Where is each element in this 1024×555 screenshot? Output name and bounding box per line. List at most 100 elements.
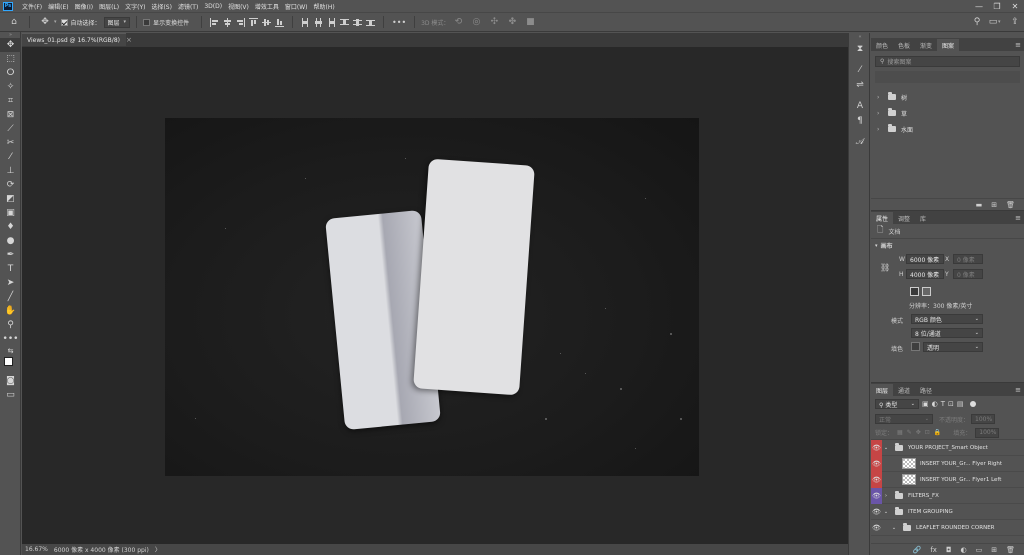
filter-toggle-icon[interactable] bbox=[969, 401, 976, 407]
tab-adjustments[interactable]: 调整 bbox=[893, 212, 915, 224]
layer-row[interactable]: 👁 INSERT YOUR_Gr... Flyer Right bbox=[871, 455, 1024, 472]
foreground-color-swatch[interactable] bbox=[4, 357, 13, 366]
more-options-icon[interactable]: ••• bbox=[392, 16, 406, 28]
chevron-down-icon[interactable]: ⌄ bbox=[882, 509, 890, 515]
tab-layers[interactable]: 图层 bbox=[871, 384, 894, 396]
menu-view[interactable]: 视图(V) bbox=[225, 2, 252, 11]
frame-tool-icon[interactable]: ⊠ bbox=[0, 108, 21, 122]
zoom-tool-icon[interactable]: ⚲ bbox=[0, 318, 21, 332]
layer-style-icon[interactable]: fx bbox=[930, 546, 937, 554]
x-field[interactable]: 0 像素 bbox=[953, 254, 983, 264]
tab-patterns[interactable]: 图案 bbox=[937, 39, 960, 51]
edit-toolbar-icon[interactable]: ••• bbox=[0, 332, 21, 346]
screen-mode-icon[interactable]: ▭ bbox=[0, 388, 21, 402]
visibility-eye-icon[interactable]: 👁 bbox=[871, 471, 882, 488]
new-layer-icon[interactable]: ⊞ bbox=[991, 546, 997, 554]
panel-menu-icon[interactable]: ≡ bbox=[1015, 212, 1021, 224]
distribute-top-icon[interactable] bbox=[340, 18, 350, 27]
layer-row[interactable]: 👁 › FILTERS_FX bbox=[871, 487, 1024, 504]
filter-smart-object-icon[interactable]: ▤ bbox=[957, 400, 964, 408]
chevron-down-icon[interactable]: ▾ bbox=[998, 19, 1001, 25]
eraser-tool-icon[interactable]: ◩ bbox=[0, 192, 21, 206]
menu-layer[interactable]: 图层(L) bbox=[96, 2, 122, 11]
y-field[interactable]: 0 像素 bbox=[953, 269, 983, 279]
filter-type-icon[interactable]: T bbox=[941, 400, 945, 408]
fill-field[interactable]: 100% bbox=[975, 427, 1000, 438]
pattern-search-input[interactable]: ⚲ 搜索图案 bbox=[875, 56, 1020, 67]
chevron-right-icon[interactable]: › bbox=[877, 110, 883, 117]
eyedropper-tool-icon[interactable]: ⟋ bbox=[0, 122, 21, 136]
tab-channels[interactable]: 通道 bbox=[893, 384, 915, 396]
tab-gradients[interactable]: 渐变 bbox=[915, 39, 937, 51]
3d-orbit-icon[interactable]: ⟲ bbox=[452, 16, 464, 28]
blur-tool-icon[interactable]: ♦ bbox=[0, 220, 21, 234]
fill-swatch[interactable] bbox=[911, 342, 920, 351]
chevron-down-icon[interactable]: ⌄ bbox=[882, 445, 890, 451]
list-item-folder[interactable]: › 水面 bbox=[871, 121, 1024, 137]
panel-menu-icon[interactable]: ≡ bbox=[1015, 384, 1021, 396]
chevron-down-icon[interactable]: ▾ bbox=[875, 243, 878, 249]
layer-row[interactable]: 👁 ⌄ ITEM GROUPING bbox=[871, 504, 1024, 520]
tab-swatches[interactable]: 色板 bbox=[893, 39, 915, 51]
move-tool-icon[interactable]: ✥ bbox=[0, 38, 21, 52]
document-canvas[interactable] bbox=[165, 118, 699, 476]
chevron-right-icon[interactable]: › bbox=[882, 493, 890, 499]
new-group-icon[interactable]: ▬ bbox=[976, 201, 983, 209]
visibility-eye-icon[interactable]: 👁 bbox=[871, 487, 882, 504]
zoom-level[interactable]: 16.67% bbox=[25, 546, 48, 553]
menu-window[interactable]: 窗口(W) bbox=[282, 2, 311, 11]
chevron-down-icon[interactable]: ▾ bbox=[54, 19, 57, 25]
list-item-folder[interactable]: › 树 bbox=[871, 89, 1024, 105]
glyphs-panel-icon[interactable]: 𝒜 bbox=[849, 134, 871, 149]
visibility-eye-icon[interactable]: 👁 bbox=[871, 504, 882, 520]
type-tool-icon[interactable]: T bbox=[0, 262, 21, 276]
layer-row[interactable]: 👁 ⌄ LEAFLET ROUNDED CORNER bbox=[871, 520, 1024, 536]
paragraph-panel-icon[interactable]: ¶ bbox=[849, 113, 871, 128]
history-panel-icon[interactable]: ⧗ bbox=[849, 41, 871, 56]
menu-plugins[interactable]: 增效工具 bbox=[252, 2, 282, 11]
align-center-h-icon[interactable] bbox=[223, 17, 232, 27]
menu-select[interactable]: 选择(S) bbox=[148, 2, 175, 11]
tab-libraries[interactable]: 库 bbox=[915, 212, 931, 224]
menu-edit[interactable]: 编辑(E) bbox=[45, 2, 71, 11]
adjustment-layer-icon[interactable]: ◐ bbox=[961, 546, 967, 554]
pen-tool-icon[interactable]: ✒ bbox=[0, 248, 21, 262]
hand-tool-icon[interactable]: ✋ bbox=[0, 304, 21, 318]
color-swatches[interactable] bbox=[0, 356, 21, 374]
3d-roll-icon[interactable]: ◎ bbox=[470, 16, 482, 28]
close-window-button[interactable]: ✕ bbox=[1008, 0, 1022, 12]
menu-type[interactable]: 文字(Y) bbox=[122, 2, 148, 11]
visibility-eye-icon[interactable]: 👁 bbox=[871, 520, 882, 536]
chevron-down-icon[interactable]: ⌄ bbox=[890, 525, 898, 531]
document-tab[interactable]: Views_01.psd @ 16.7%(RGB/8) × bbox=[22, 33, 132, 46]
filter-adjustment-icon[interactable]: ◐ bbox=[932, 400, 938, 408]
lock-all-icon[interactable]: 🔒 bbox=[934, 429, 941, 436]
brush-tool-icon[interactable]: ⁄ bbox=[0, 150, 21, 164]
filter-shape-icon[interactable]: ⊡ bbox=[948, 400, 954, 408]
menu-file[interactable]: 文件(F) bbox=[19, 2, 45, 11]
chevron-right-icon[interactable]: › bbox=[877, 126, 883, 133]
lock-pixels-icon[interactable]: ▦ bbox=[897, 429, 903, 436]
fill-dropdown[interactable]: 透明 ⌄ bbox=[923, 342, 983, 352]
flyer-right-mockup[interactable] bbox=[413, 158, 535, 396]
show-transform-checkbox[interactable] bbox=[143, 18, 151, 26]
distribute-left-icon[interactable] bbox=[301, 17, 310, 27]
align-right-icon[interactable] bbox=[236, 17, 246, 27]
adjustments-icon[interactable]: ⇌ bbox=[849, 77, 871, 92]
quick-mask-icon[interactable]: ◙ bbox=[0, 374, 21, 388]
gradient-tool-icon[interactable]: ▣ bbox=[0, 206, 21, 220]
opacity-field[interactable]: 100% bbox=[971, 414, 996, 424]
chevron-right-icon[interactable]: › bbox=[877, 94, 883, 101]
portrait-orientation-icon[interactable] bbox=[910, 287, 919, 296]
auto-select-dropdown[interactable]: 图层 ▾ bbox=[103, 16, 131, 28]
healing-brush-tool-icon[interactable]: ✂ bbox=[0, 136, 21, 150]
minimize-button[interactable]: — bbox=[972, 0, 986, 12]
align-top-icon[interactable] bbox=[249, 17, 259, 27]
swap-colors-icon[interactable]: ⇆ bbox=[0, 346, 21, 356]
close-tab-icon[interactable]: × bbox=[126, 36, 132, 44]
status-arrow-icon[interactable]: 〉 bbox=[155, 545, 161, 554]
layer-row[interactable]: 👁 INSERT YOUR_Gr... Flyer1 Left bbox=[871, 471, 1024, 488]
new-pattern-icon[interactable]: ⊞ bbox=[991, 201, 997, 209]
blend-mode-dropdown[interactable]: 正常 ⌄ bbox=[875, 414, 933, 424]
character-panel-icon[interactable]: A bbox=[849, 98, 871, 113]
